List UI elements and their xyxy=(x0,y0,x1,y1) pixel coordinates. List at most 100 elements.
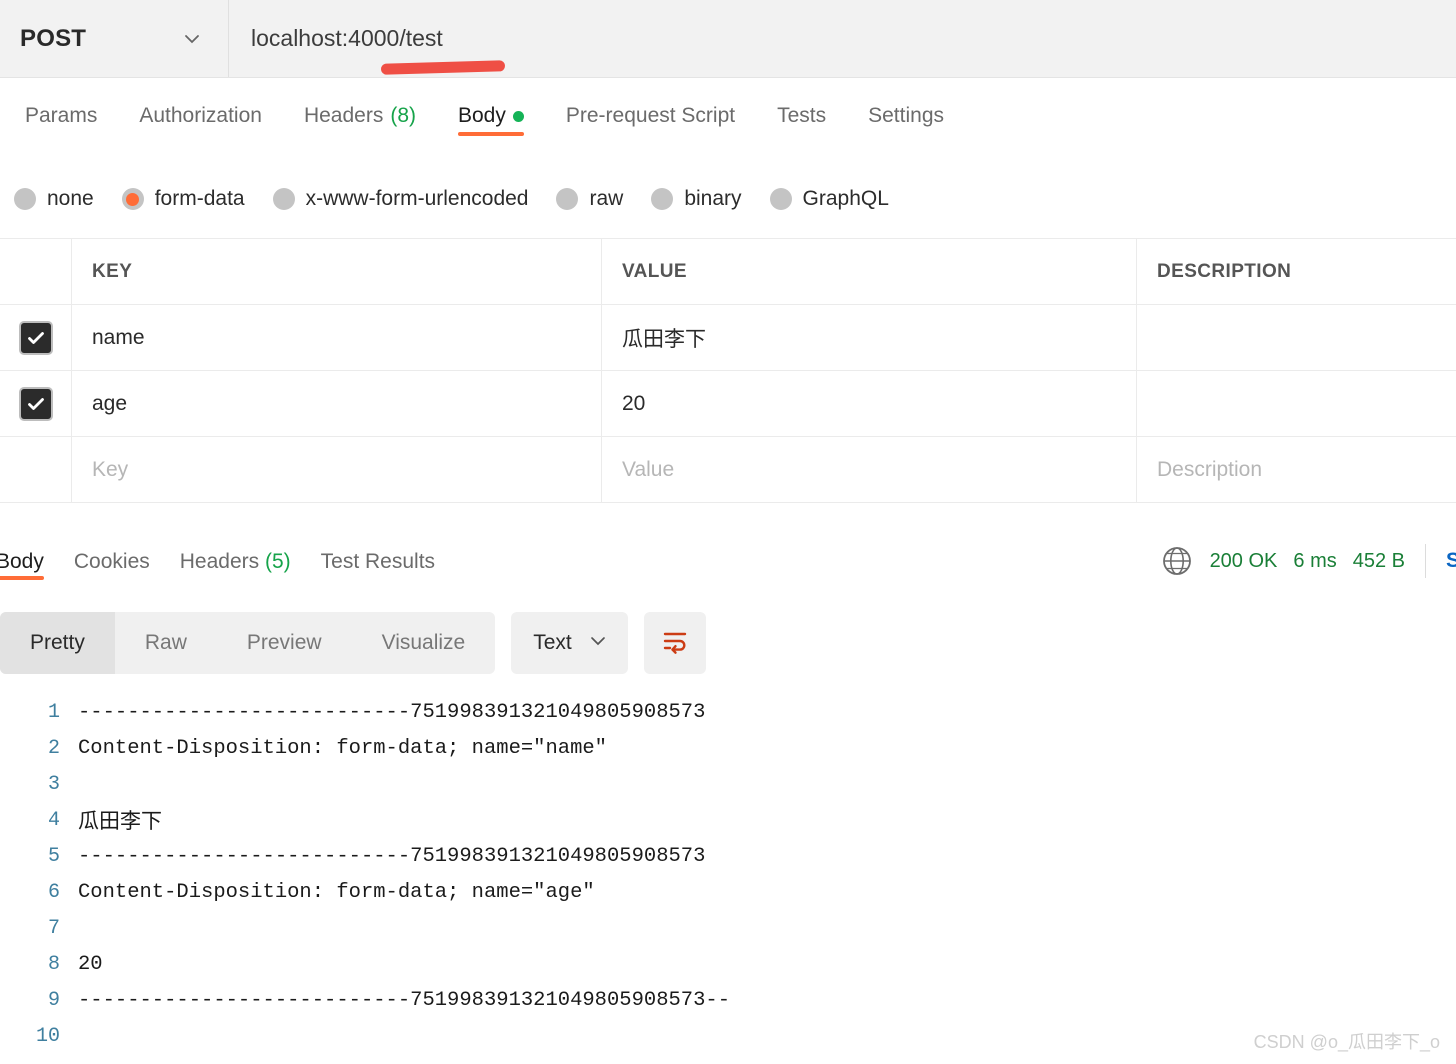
row-value-cell[interactable]: 瓜田李下 xyxy=(602,305,1137,370)
code-line: 6 Content-Disposition: form-data; name="… xyxy=(0,874,1456,910)
view-mode-pretty[interactable]: Pretty xyxy=(0,612,115,674)
tab-label: Tests xyxy=(777,104,827,127)
line-content: ---------------------------7519983913210… xyxy=(78,988,731,1012)
radio-selected-icon[interactable] xyxy=(121,188,144,210)
row-checkbox[interactable] xyxy=(18,386,53,421)
headers-count: (8) xyxy=(390,104,416,127)
header-description-cell: DESCRIPTION xyxy=(1137,239,1456,304)
new-description-input[interactable]: Description xyxy=(1137,437,1456,502)
response-time[interactable]: 6 ms xyxy=(1293,550,1336,573)
response-tab-body[interactable]: Body xyxy=(0,532,66,580)
header-value-label: VALUE xyxy=(622,260,687,282)
body-type-raw[interactable]: raw xyxy=(556,187,623,211)
response-tab-test-results[interactable]: Test Results xyxy=(321,532,457,574)
tab-headers[interactable]: Headers (8) xyxy=(283,78,437,128)
tab-body[interactable]: Body xyxy=(437,78,545,136)
tab-label: Body xyxy=(458,104,506,127)
tab-params[interactable]: Params xyxy=(4,78,118,128)
body-type-form-data[interactable]: form-data xyxy=(121,187,245,211)
body-type-graphql[interactable]: GraphQL xyxy=(769,187,889,211)
response-size[interactable]: 452 B xyxy=(1353,550,1405,573)
code-line: 1 ---------------------------75199839132… xyxy=(0,694,1456,730)
code-line: 8 20 xyxy=(0,946,1456,982)
header-key-label: KEY xyxy=(92,260,133,282)
body-type-label: GraphQL xyxy=(802,187,889,210)
body-type-label: form-data xyxy=(154,187,245,210)
table-row: age 20 xyxy=(0,371,1456,437)
body-type-label: raw xyxy=(589,187,624,210)
row-value-value: 瓜田李下 xyxy=(622,327,706,351)
body-type-none[interactable]: none xyxy=(14,187,94,211)
code-line: 3 xyxy=(0,766,1456,802)
line-number: 4 xyxy=(47,808,60,832)
response-tab-headers[interactable]: Headers (5) xyxy=(180,532,313,574)
line-number: 2 xyxy=(47,736,60,760)
line-number: 3 xyxy=(47,772,60,796)
word-wrap-icon xyxy=(660,626,690,661)
row-key-cell[interactable]: name xyxy=(72,305,602,370)
new-value-placeholder: Value xyxy=(622,457,675,481)
response-tab-label: Cookies xyxy=(73,550,150,573)
line-number: 6 xyxy=(47,880,60,904)
view-mode-label: Pretty xyxy=(30,631,85,654)
response-body-viewer[interactable]: 1 ---------------------------75199839132… xyxy=(0,694,1456,1064)
content-type-selector[interactable]: Text xyxy=(511,612,628,674)
line-content: Content-Disposition: form-data; name="ag… xyxy=(78,880,595,904)
row-value-cell[interactable]: 20 xyxy=(602,371,1137,436)
row-key-cell[interactable]: age xyxy=(72,371,602,436)
tab-tests[interactable]: Tests xyxy=(756,78,847,128)
status-code[interactable]: 200 OK xyxy=(1210,550,1278,573)
view-mode-preview[interactable]: Preview xyxy=(217,612,352,674)
line-content: 瓜田李下 xyxy=(78,809,162,833)
response-tab-cookies[interactable]: Cookies xyxy=(74,532,172,574)
line-number: 1 xyxy=(47,700,60,724)
radio-icon[interactable] xyxy=(272,188,295,210)
row-checkbox[interactable] xyxy=(18,320,53,355)
row-description-cell[interactable] xyxy=(1137,371,1456,436)
body-type-binary[interactable]: binary xyxy=(651,187,742,211)
row-value-value: 20 xyxy=(622,391,646,415)
new-value-input[interactable]: Value xyxy=(602,437,1137,502)
tab-pre-request-script[interactable]: Pre-request Script xyxy=(545,78,756,128)
response-tab-label: Body xyxy=(0,550,44,573)
view-mode-raw[interactable]: Raw xyxy=(115,612,217,674)
postman-window: POST localhost:4000/test Params Authoriz… xyxy=(0,0,1456,1064)
radio-icon[interactable] xyxy=(651,188,674,210)
body-type-x-www-form-urlencoded[interactable]: x-www-form-urlencoded xyxy=(272,187,528,211)
row-checkbox-cell xyxy=(0,305,72,370)
response-tab-label: Headers xyxy=(179,550,260,573)
http-method-label: POST xyxy=(20,24,87,52)
new-description-placeholder: Description xyxy=(1157,457,1263,481)
tab-label: Pre-request Script xyxy=(565,104,736,127)
tab-label: Authorization xyxy=(139,104,262,127)
new-key-input[interactable]: Key xyxy=(72,437,602,502)
tab-label: Headers xyxy=(303,104,384,127)
line-number: 7 xyxy=(47,916,60,940)
table-row: name 瓜田李下 xyxy=(0,305,1456,371)
watermark: CSDN @o_瓜田李下_o xyxy=(1253,1032,1440,1052)
header-description-label: DESCRIPTION xyxy=(1157,260,1292,282)
line-number: 10 xyxy=(35,1024,60,1048)
code-line: 7 xyxy=(0,910,1456,946)
row-description-cell[interactable] xyxy=(1137,305,1456,370)
content-type-label: Text xyxy=(533,631,572,654)
row-key-value: name xyxy=(92,325,145,349)
http-method-selector[interactable]: POST xyxy=(0,0,229,77)
radio-icon[interactable] xyxy=(556,188,579,210)
word-wrap-toggle[interactable] xyxy=(643,612,706,674)
view-mode-label: Raw xyxy=(144,631,187,654)
view-mode-visualize[interactable]: Visualize xyxy=(352,612,496,674)
code-line: 2 Content-Disposition: form-data; name="… xyxy=(0,730,1456,766)
line-content: ---------------------------7519983913210… xyxy=(78,700,706,724)
line-number: 8 xyxy=(47,952,60,976)
tab-authorization[interactable]: Authorization xyxy=(118,78,283,128)
radio-icon[interactable] xyxy=(14,188,36,210)
save-response-link[interactable]: Save Response xyxy=(1446,549,1456,573)
header-key-cell: KEY xyxy=(72,239,602,304)
body-type-radio-group: none form-data x-www-form-urlencoded raw… xyxy=(0,170,1456,228)
view-mode-label: Visualize xyxy=(381,631,466,654)
header-value-cell: VALUE xyxy=(602,239,1137,304)
tab-settings[interactable]: Settings xyxy=(847,78,965,128)
radio-icon[interactable] xyxy=(769,188,792,210)
url-value: localhost:4000/test xyxy=(251,25,443,51)
